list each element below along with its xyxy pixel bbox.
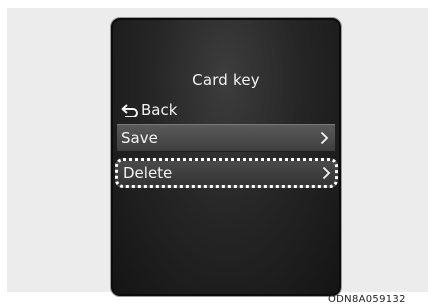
back-label: Back xyxy=(141,101,178,119)
screen-title: Card key xyxy=(192,71,260,89)
menu-item-save[interactable]: Save xyxy=(117,124,335,152)
back-button[interactable]: Back xyxy=(121,100,177,120)
figure-code-caption: ODN8A059132 xyxy=(328,294,406,305)
display-screen: Card key Back Save Delete xyxy=(110,17,342,297)
chevron-right-icon xyxy=(322,166,331,180)
menu-item-label: Save xyxy=(121,129,158,147)
chevron-right-icon xyxy=(320,131,329,145)
menu-list: Save Delete xyxy=(115,124,338,188)
menu-item-delete[interactable]: Delete xyxy=(115,158,338,188)
menu-item-label: Delete xyxy=(123,164,173,182)
back-arrow-icon xyxy=(121,104,138,117)
